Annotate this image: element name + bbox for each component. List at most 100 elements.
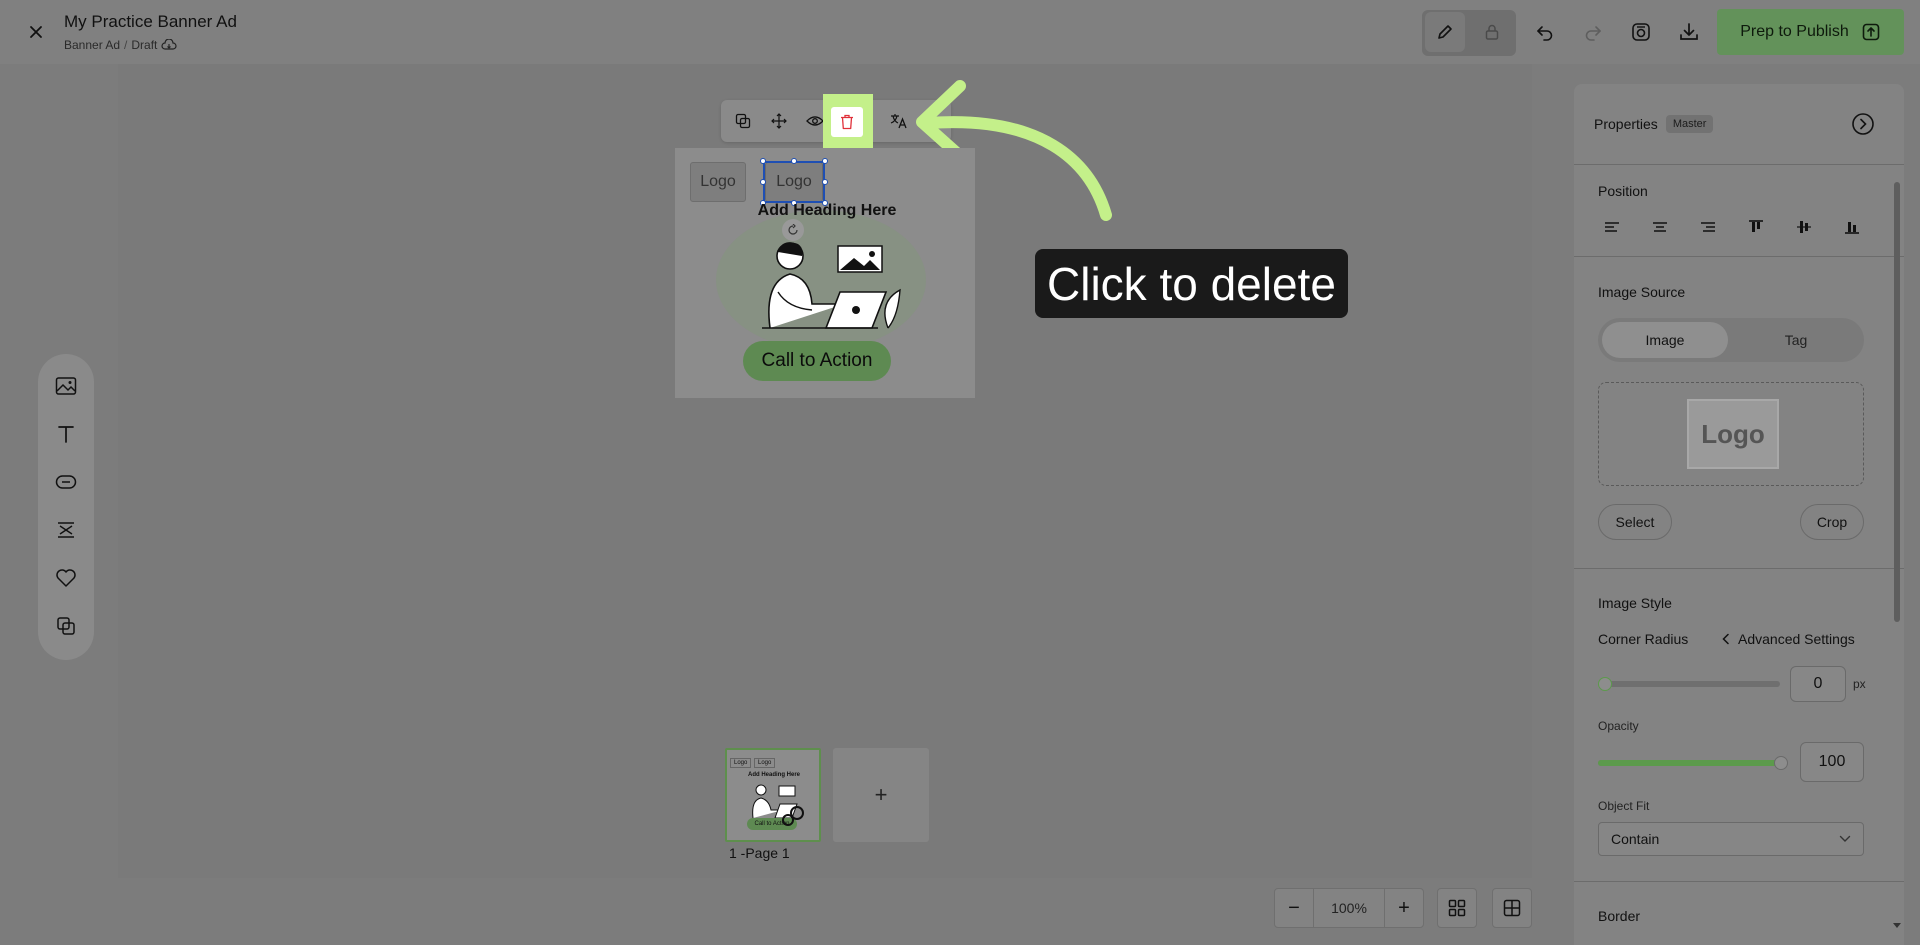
logo-left[interactable]: Logo bbox=[690, 162, 746, 202]
align-right-icon bbox=[1701, 222, 1715, 232]
resize-handle[interactable] bbox=[822, 158, 828, 164]
opacity-label: Opacity bbox=[1598, 719, 1639, 733]
corner-radius-knob[interactable] bbox=[1598, 677, 1612, 691]
spacer-icon bbox=[58, 522, 74, 538]
cloud-sync-icon bbox=[161, 39, 177, 50]
advanced-settings-link[interactable]: Advanced Settings bbox=[1722, 631, 1855, 647]
breadcrumb-status: Draft bbox=[131, 38, 158, 52]
thumb-logo-b: Logo bbox=[754, 758, 776, 768]
publish-icon bbox=[1862, 23, 1880, 41]
align-top-button[interactable] bbox=[1746, 217, 1766, 237]
add-image-tool[interactable] bbox=[52, 372, 80, 400]
selection-frame bbox=[763, 161, 825, 203]
object-fit-value: Contain bbox=[1611, 831, 1660, 847]
close-icon bbox=[30, 26, 42, 38]
text-icon bbox=[58, 426, 74, 443]
align-center-button[interactable] bbox=[1650, 217, 1670, 237]
align-bottom-icon bbox=[1845, 222, 1859, 234]
properties-header: Properties Master bbox=[1594, 115, 1714, 133]
corner-radius-slider[interactable] bbox=[1598, 681, 1780, 687]
grid-view-button[interactable] bbox=[1437, 888, 1477, 928]
button-icon bbox=[55, 475, 77, 489]
heart-icon bbox=[56, 569, 76, 587]
breadcrumb: Banner Ad / Draft bbox=[64, 38, 177, 52]
move-button[interactable] bbox=[767, 109, 791, 133]
master-badge: Master bbox=[1665, 115, 1714, 133]
object-fit-label: Object Fit bbox=[1598, 799, 1650, 813]
download-button[interactable] bbox=[1669, 12, 1709, 52]
eye-icon bbox=[806, 116, 824, 126]
object-fit-select[interactable]: Contain bbox=[1598, 822, 1864, 856]
opacity-input[interactable]: 100 bbox=[1800, 742, 1864, 782]
layers-tool[interactable] bbox=[52, 612, 80, 640]
opacity-knob[interactable] bbox=[1774, 756, 1788, 770]
collapse-panel-button[interactable] bbox=[1851, 112, 1875, 136]
undo-button[interactable] bbox=[1525, 12, 1565, 52]
top-bar: My Practice Banner Ad Banner Ad / Draft … bbox=[0, 0, 1920, 64]
prep-to-publish-button[interactable]: Prep to Publish bbox=[1717, 9, 1904, 55]
image-source-toggle: Image Tag bbox=[1598, 318, 1864, 362]
grid-icon bbox=[1448, 899, 1466, 917]
align-right-button[interactable] bbox=[1698, 217, 1718, 237]
image-preview-dropzone[interactable]: Logo bbox=[1598, 382, 1864, 486]
corner-radius-input[interactable]: 0 bbox=[1790, 666, 1846, 702]
banner-heading[interactable]: Add Heading Here bbox=[727, 202, 927, 220]
thumb-heading: Add Heading Here bbox=[747, 772, 800, 778]
add-text-tool[interactable] bbox=[52, 420, 80, 448]
redo-icon bbox=[1585, 26, 1601, 41]
resize-handle[interactable] bbox=[822, 179, 828, 185]
resize-handle[interactable] bbox=[760, 179, 766, 185]
align-bottom-button[interactable] bbox=[1842, 217, 1862, 237]
add-spacer-tool[interactable] bbox=[52, 516, 80, 544]
select-image-button[interactable]: Select bbox=[1598, 504, 1672, 540]
breadcrumb-type[interactable]: Banner Ad bbox=[64, 38, 120, 52]
preview-button[interactable] bbox=[1621, 12, 1661, 52]
chevron-right-circle-icon bbox=[1852, 113, 1874, 135]
delete-button[interactable] bbox=[831, 107, 863, 137]
opacity-slider[interactable] bbox=[1598, 760, 1782, 766]
call-to-action-button[interactable]: Call to Action bbox=[743, 341, 891, 381]
properties-title: Properties bbox=[1594, 116, 1658, 132]
edit-mode-button[interactable] bbox=[1425, 12, 1465, 52]
panel-scrollbar[interactable] bbox=[1894, 182, 1900, 622]
layout-view-button[interactable] bbox=[1492, 888, 1532, 928]
position-title: Position bbox=[1598, 183, 1648, 199]
add-button-tool[interactable] bbox=[52, 468, 80, 496]
left-tool-rail bbox=[38, 354, 94, 660]
trash-icon bbox=[841, 114, 853, 130]
crop-image-button[interactable]: Crop bbox=[1800, 504, 1864, 540]
redo-button[interactable] bbox=[1573, 12, 1613, 52]
close-button[interactable] bbox=[24, 20, 48, 44]
page-thumbnail[interactable]: Logo Logo Add Heading Here Call to Actio… bbox=[725, 748, 821, 842]
add-shape-tool[interactable] bbox=[52, 564, 80, 592]
zoom-out-button[interactable]: − bbox=[1275, 889, 1313, 927]
opacity-slider-fill bbox=[1598, 760, 1782, 766]
add-page-button[interactable]: + bbox=[833, 748, 929, 842]
align-center-icon bbox=[1653, 222, 1667, 232]
tab-tag[interactable]: Tag bbox=[1732, 322, 1860, 358]
align-left-button[interactable] bbox=[1602, 217, 1622, 237]
resize-handle[interactable] bbox=[760, 158, 766, 164]
zoom-level[interactable]: 100% bbox=[1313, 889, 1385, 927]
resize-handle[interactable] bbox=[791, 158, 797, 164]
breadcrumb-separator: / bbox=[124, 38, 128, 52]
image-preview: Logo bbox=[1687, 399, 1779, 469]
tab-image[interactable]: Image bbox=[1602, 322, 1728, 358]
image-icon bbox=[55, 377, 77, 395]
divider bbox=[1574, 568, 1904, 569]
align-middle-button[interactable] bbox=[1794, 217, 1814, 237]
duplicate-button[interactable] bbox=[731, 109, 755, 133]
scroll-down-arrow-icon[interactable] bbox=[1892, 922, 1902, 930]
chevron-down-icon bbox=[1839, 835, 1851, 842]
divider bbox=[1574, 256, 1904, 257]
pencil-icon bbox=[1438, 25, 1452, 39]
preview-icon bbox=[1632, 23, 1650, 41]
image-style-title: Image Style bbox=[1598, 595, 1672, 611]
document-title: My Practice Banner Ad bbox=[64, 12, 237, 31]
align-middle-icon bbox=[1797, 221, 1811, 233]
chevron-left-icon bbox=[1722, 633, 1729, 645]
zoom-in-button[interactable]: + bbox=[1385, 889, 1423, 927]
lock-button[interactable] bbox=[1472, 12, 1512, 52]
instruction-tooltip: Click to delete bbox=[1035, 249, 1348, 318]
zoom-control: − 100% + bbox=[1274, 888, 1424, 928]
